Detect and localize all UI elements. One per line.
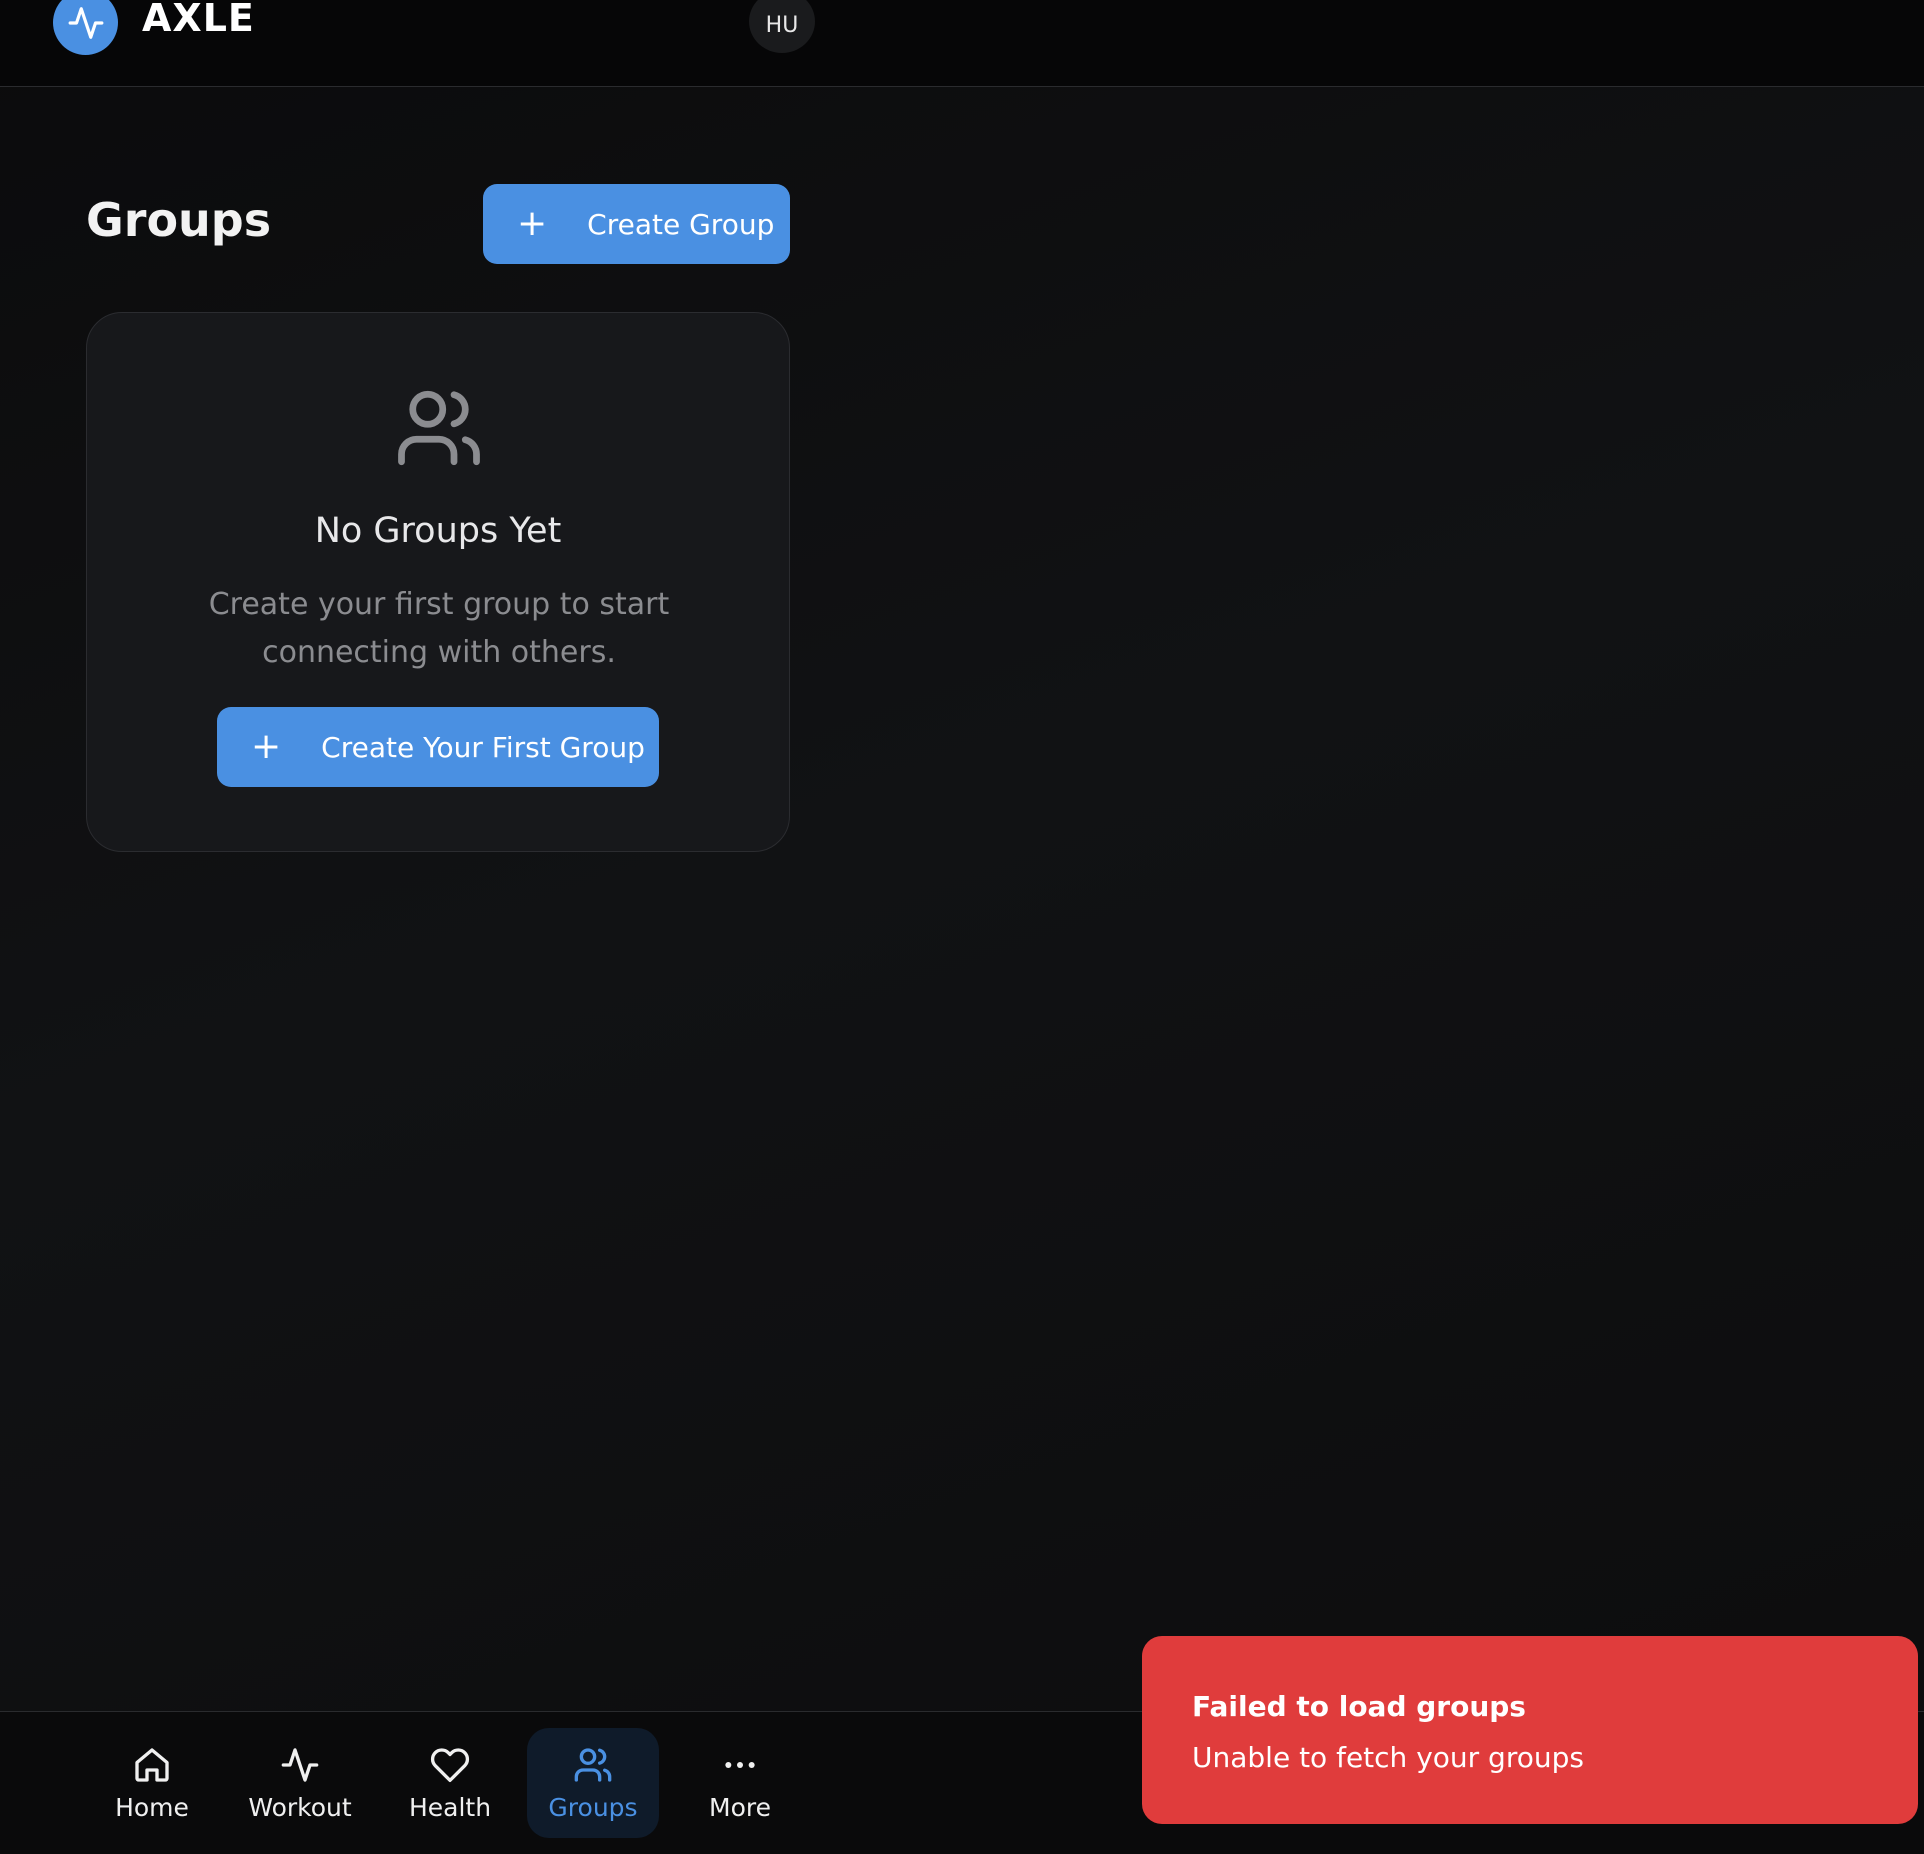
activity-icon bbox=[68, 6, 103, 39]
toast-title: Failed to load groups bbox=[1192, 1690, 1526, 1723]
heart-icon bbox=[430, 1747, 470, 1782]
nav-label-more: More bbox=[709, 1792, 771, 1822]
nav-label-workout: Workout bbox=[248, 1792, 352, 1822]
nav-label-home: Home bbox=[115, 1792, 189, 1822]
create-first-group-label: Create Your First Group bbox=[321, 730, 645, 764]
logo[interactable] bbox=[53, 0, 118, 55]
page-title: Groups bbox=[86, 193, 272, 247]
users-icon bbox=[574, 1747, 612, 1782]
toast-description: Unable to fetch your groups bbox=[1192, 1741, 1584, 1774]
app-header: AXLE HU bbox=[0, 0, 1924, 87]
empty-state-title: No Groups Yet bbox=[314, 511, 562, 551]
home-icon bbox=[135, 1747, 169, 1782]
nav-item-home[interactable]: Home bbox=[100, 1728, 204, 1838]
nav-item-workout[interactable]: Workout bbox=[240, 1728, 360, 1838]
activity-icon bbox=[281, 1747, 319, 1782]
nav-label-health: Health bbox=[408, 1792, 492, 1822]
nav-item-more[interactable]: More bbox=[688, 1728, 792, 1838]
avatar[interactable]: HU bbox=[749, 0, 815, 53]
more-horizontal-icon bbox=[725, 1761, 755, 1768]
empty-state-card: No Groups Yet Create your first group to… bbox=[86, 312, 790, 852]
plus-icon: + bbox=[517, 203, 548, 244]
create-group-button[interactable]: + Create Group bbox=[483, 184, 790, 264]
plus-icon: + bbox=[251, 726, 282, 767]
empty-state-description: Create your first group to start connect… bbox=[208, 587, 670, 670]
users-icon bbox=[398, 390, 480, 466]
nav-item-health[interactable]: Health bbox=[398, 1728, 502, 1838]
nav-item-groups[interactable]: Groups bbox=[527, 1728, 659, 1838]
error-toast[interactable]: Failed to load groups Unable to fetch yo… bbox=[1142, 1636, 1918, 1824]
create-first-group-button[interactable]: + Create Your First Group bbox=[217, 707, 659, 787]
nav-label-groups: Groups bbox=[548, 1792, 638, 1822]
brand-name: AXLE bbox=[142, 0, 255, 40]
create-group-label: Create Group bbox=[587, 207, 775, 241]
